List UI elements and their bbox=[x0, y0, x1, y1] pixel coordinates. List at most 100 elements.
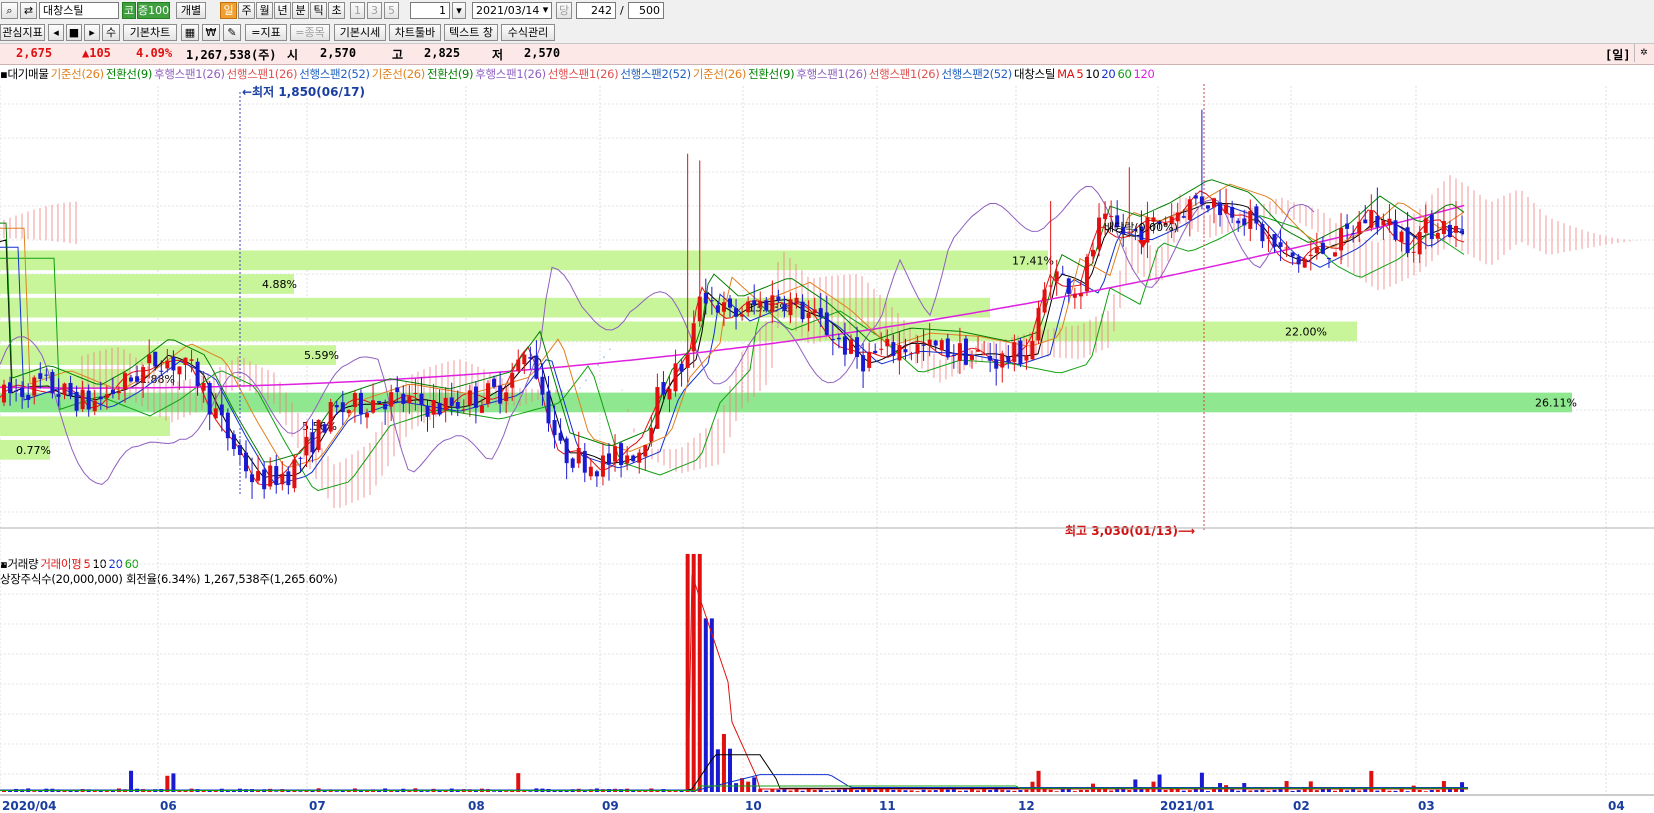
candle-body bbox=[455, 401, 460, 409]
candle-body bbox=[298, 457, 303, 459]
indicators-button[interactable]: 관심지표 bbox=[0, 24, 45, 41]
candle-body bbox=[461, 409, 466, 411]
candle-body bbox=[68, 382, 73, 397]
period-button-5[interactable]: 틱 bbox=[310, 2, 327, 19]
main-toolbar: ⌕ ⇄ 대창스틸 코 증100 개별 일주월년분틱초 135 1 ▾ 2021/… bbox=[0, 0, 1654, 22]
interval-input[interactable]: 1 bbox=[410, 2, 450, 19]
candle-body bbox=[413, 392, 418, 395]
period-button-4[interactable]: 분 bbox=[292, 2, 309, 19]
period-button-3[interactable]: 년 bbox=[274, 2, 291, 19]
interval-button-1[interactable]: 1 bbox=[350, 2, 365, 19]
candle-body bbox=[1381, 220, 1386, 226]
tool-icon[interactable]: ✎ bbox=[223, 24, 241, 41]
open-label: 시 bbox=[287, 48, 299, 62]
interval-dropdown-icon[interactable]: ▾ bbox=[452, 2, 466, 19]
date-dropdown-icon[interactable]: ▾ bbox=[539, 2, 552, 19]
swap-icon[interactable]: ⇄ bbox=[20, 2, 37, 19]
volume-bar bbox=[1363, 789, 1368, 792]
grid-icon[interactable]: ▦ bbox=[181, 24, 199, 41]
candle-body bbox=[933, 340, 938, 346]
date-prefix-button[interactable]: 당 bbox=[556, 2, 572, 19]
interval-button-5[interactable]: 5 bbox=[384, 2, 399, 19]
candle-body bbox=[177, 366, 182, 375]
high-label: 고 bbox=[392, 48, 404, 62]
candle-body bbox=[818, 308, 823, 318]
su-button[interactable]: 수 bbox=[102, 24, 120, 41]
x-tick-label: 02 bbox=[1293, 799, 1310, 813]
candle-body bbox=[1181, 216, 1186, 218]
candle-body bbox=[1333, 252, 1337, 257]
candle-body bbox=[467, 390, 472, 406]
candle-body bbox=[383, 403, 388, 410]
volume-bar bbox=[104, 790, 109, 792]
volume-bar bbox=[885, 789, 890, 792]
candle-body bbox=[715, 305, 720, 313]
volume-bar bbox=[528, 791, 533, 792]
won-icon[interactable]: ₩ bbox=[202, 24, 220, 41]
candle-body bbox=[419, 393, 424, 405]
stock-chart[interactable]: 0.77%5.56%26.11%2.88%5.59%22.00%13.03%4.… bbox=[0, 64, 1654, 813]
candle-body bbox=[1266, 237, 1271, 239]
candle-body bbox=[74, 391, 79, 411]
candle-body bbox=[830, 338, 835, 341]
indicator-button[interactable]: =지표 bbox=[245, 24, 287, 41]
text-window-button[interactable]: 텍스트 창 bbox=[444, 24, 498, 41]
individual-button[interactable]: 개별 bbox=[176, 2, 206, 19]
volume-bar bbox=[709, 618, 714, 792]
period-button-0[interactable]: 일 bbox=[220, 2, 237, 19]
candle-body bbox=[1212, 198, 1216, 208]
volume-bar bbox=[1000, 789, 1005, 792]
basic-chart-button[interactable]: 기본차트 bbox=[123, 24, 177, 41]
candle-body bbox=[116, 391, 121, 394]
volume-bar bbox=[1417, 789, 1422, 792]
stock-name-input[interactable]: 대창스틸 bbox=[39, 2, 119, 19]
formula-manage-button[interactable]: 수식관리 bbox=[501, 24, 555, 41]
volume-bar bbox=[1441, 781, 1446, 792]
volume-bar bbox=[1018, 790, 1023, 792]
interval-button-3[interactable]: 3 bbox=[367, 2, 382, 19]
volume-bar bbox=[1429, 789, 1434, 792]
candle-body bbox=[1036, 308, 1041, 341]
volume-bar bbox=[1284, 781, 1289, 792]
volume-profile-band bbox=[0, 274, 294, 294]
volume-bar bbox=[855, 790, 860, 792]
stop-icon[interactable]: ■ bbox=[66, 24, 82, 41]
period-button-2[interactable]: 월 bbox=[256, 2, 273, 19]
candle-body bbox=[1272, 234, 1277, 247]
volume-bar bbox=[957, 790, 962, 792]
search-icon[interactable]: ⌕ bbox=[1, 2, 18, 19]
total-input[interactable]: 500 bbox=[628, 2, 664, 19]
candle-body bbox=[667, 388, 672, 400]
candle-body bbox=[2, 384, 6, 403]
chart-toolbar-button[interactable]: 차트툴바 bbox=[389, 24, 441, 41]
volume-profile-label: 4.88% bbox=[262, 278, 297, 291]
volume-bar bbox=[1066, 789, 1071, 792]
candle-body bbox=[915, 344, 920, 354]
candle-body bbox=[637, 452, 642, 463]
candle-body bbox=[1441, 221, 1446, 235]
item-button[interactable]: =종목 bbox=[290, 24, 330, 41]
volume-bar bbox=[903, 790, 908, 792]
period-button-6[interactable]: 초 bbox=[328, 2, 345, 19]
candle-body bbox=[770, 295, 775, 313]
candle-body bbox=[909, 353, 914, 355]
count-input[interactable]: 242 bbox=[576, 2, 616, 19]
candle-body bbox=[522, 354, 527, 365]
volume-bar bbox=[1290, 790, 1295, 792]
scroll-right-icon[interactable]: ▸ bbox=[84, 24, 100, 41]
quote-bar: 2,675 ▲105 4.09% 1,267,538(주) 시 2,570 고 … bbox=[0, 44, 1654, 65]
candle-body bbox=[1072, 293, 1077, 298]
period-button-1[interactable]: 주 bbox=[238, 2, 255, 19]
volume-bar bbox=[988, 790, 993, 792]
settings-icon[interactable]: ✲ bbox=[1634, 44, 1653, 62]
volume-bar bbox=[1072, 791, 1077, 792]
volume-profile-label: 22.00% bbox=[1285, 325, 1327, 338]
x-tick-label: 2020/04 bbox=[2, 799, 56, 813]
volume-bar bbox=[1012, 790, 1017, 792]
scroll-left-icon[interactable]: ◂ bbox=[48, 24, 64, 41]
candle-body bbox=[280, 473, 285, 485]
candle-body bbox=[104, 394, 109, 398]
candle-body bbox=[425, 406, 430, 417]
basic-quote-button[interactable]: 기본시세 bbox=[334, 24, 386, 41]
volume-bar bbox=[274, 791, 279, 792]
